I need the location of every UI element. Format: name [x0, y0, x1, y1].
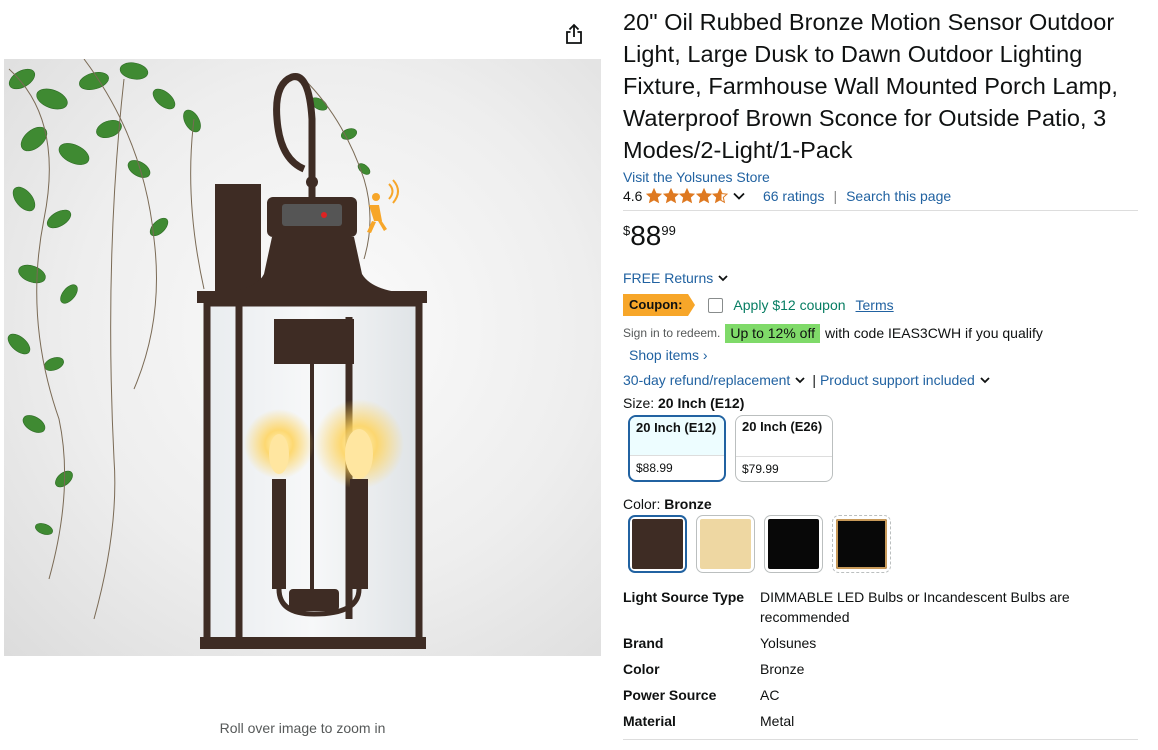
spec-value: Metal: [760, 713, 795, 729]
ratings-link[interactable]: 66 ratings: [763, 186, 824, 206]
separator: |: [812, 372, 816, 388]
size-option-name: 20 Inch (E26): [742, 419, 823, 434]
color-swatch-black-gold[interactable]: [832, 515, 891, 573]
spec-value: AC: [760, 687, 780, 703]
share-icon[interactable]: [563, 22, 585, 46]
swatch-fill: [836, 519, 887, 569]
spec-key: Material: [623, 713, 676, 729]
color-label-text: Color:: [623, 496, 661, 512]
swatch-fill: [700, 519, 751, 569]
free-returns-label: FREE Returns: [623, 270, 714, 286]
rating-row: 4.6 66 ratings | Search this page: [623, 186, 1138, 211]
store-link[interactable]: Visit the Yolsunes Store: [623, 168, 1138, 186]
spec-row: Material Metal: [623, 711, 1138, 731]
price-symbol: $: [623, 223, 631, 238]
promo-row: Sign in to redeem. Up to 12% off with co…: [623, 323, 1138, 343]
refund-replacement-dropdown[interactable]: 30-day refund/replacement: [623, 372, 806, 388]
star-icon: [662, 188, 679, 204]
swatch-fill: [632, 519, 683, 569]
spec-value: Bronze: [760, 661, 805, 677]
star-icon: [646, 188, 663, 204]
spec-row: Power Source AC: [623, 685, 1138, 705]
free-returns-dropdown[interactable]: FREE Returns: [623, 269, 1138, 287]
support-row: 30-day refund/replacement | Product supp…: [623, 369, 1138, 391]
coupon-checkbox[interactable]: [708, 297, 724, 313]
spec-key: Power Source: [623, 687, 717, 703]
size-label: Size: 20 Inch (E12): [623, 393, 1138, 413]
separator: |: [833, 188, 838, 204]
color-swatches: [628, 515, 1138, 573]
search-page-link[interactable]: Search this page: [846, 186, 951, 206]
chevron-down-icon: [718, 275, 728, 282]
size-option-20-inch-e26[interactable]: 20 Inch (E26) $79.99: [735, 415, 833, 482]
product-image[interactable]: [4, 59, 601, 656]
selected-color: Bronze: [664, 496, 712, 512]
product-support-label: Product support included: [819, 372, 975, 388]
product-support-dropdown[interactable]: Product support included: [820, 372, 991, 388]
size-option-name: 20 Inch (E12): [630, 417, 724, 455]
promo-code-text: with code IEAS3CWH if you qualify: [824, 325, 1043, 341]
star-icon: [679, 188, 696, 204]
spec-key: Brand: [623, 635, 664, 651]
size-option-20-inch-e12[interactable]: 20 Inch (E12) $88.99: [628, 415, 726, 482]
chevron-down-icon: [795, 377, 805, 384]
size-options: 20 Inch (E12) $88.99 20 Inch (E26) $79.9…: [628, 415, 1138, 482]
color-label: Color: Bronze: [623, 494, 1138, 514]
spec-key: Color: [623, 661, 660, 677]
star-icon: [695, 188, 712, 204]
product-title: 20" Oil Rubbed Bronze Motion Sensor Outd…: [623, 9, 1118, 163]
size-label-text: Size:: [623, 395, 655, 411]
zoom-hint: Roll over image to zoom in: [219, 720, 386, 736]
spec-value: Yolsunes: [760, 635, 817, 651]
color-swatch-gold[interactable]: [696, 515, 755, 573]
color-swatch-black[interactable]: [764, 515, 823, 573]
product-specs-table: Light Source Type DIMMABLE LED Bulbs or …: [623, 587, 1138, 740]
star-icon: [712, 188, 729, 204]
color-swatch-bronze[interactable]: [628, 515, 687, 573]
price: $ 88 99: [623, 221, 1138, 257]
shop-items-link[interactable]: Shop items ›: [629, 345, 1138, 365]
size-option-price: $88.99: [630, 455, 724, 480]
chevron-down-icon: [980, 377, 990, 384]
swatch-fill: [768, 519, 819, 569]
selected-size: 20 Inch (E12): [658, 395, 745, 411]
price-whole: 88: [630, 220, 662, 251]
discount-badge: Up to 12% off: [725, 323, 820, 343]
spec-value: DIMMABLE LED Bulbs or Incandescent Bulbs…: [760, 589, 1070, 625]
coupon-terms-link[interactable]: Terms: [856, 297, 894, 313]
size-option-price: $79.99: [736, 456, 832, 481]
product-info-panel: 20" Oil Rubbed Bronze Motion Sensor Outd…: [623, 6, 1138, 740]
spec-row: Color Bronze: [623, 659, 1138, 679]
spec-row: Brand Yolsunes: [623, 633, 1138, 653]
refund-label: 30-day refund/replacement: [623, 372, 791, 388]
coupon-row: Coupon: Apply $12 coupon Terms: [623, 293, 1138, 317]
star-rating[interactable]: [646, 188, 729, 204]
sign-in-to-redeem[interactable]: Sign in to redeem.: [623, 326, 720, 340]
chevron-down-icon[interactable]: [732, 189, 746, 203]
price-fraction: 99: [661, 223, 676, 238]
coupon-badge: Coupon:: [623, 294, 696, 316]
spec-key: Light Source Type: [623, 589, 745, 605]
spec-row: Light Source Type DIMMABLE LED Bulbs or …: [623, 587, 1138, 627]
coupon-text[interactable]: Apply $12 coupon: [733, 297, 845, 313]
rating-value: 4.6: [623, 188, 643, 204]
